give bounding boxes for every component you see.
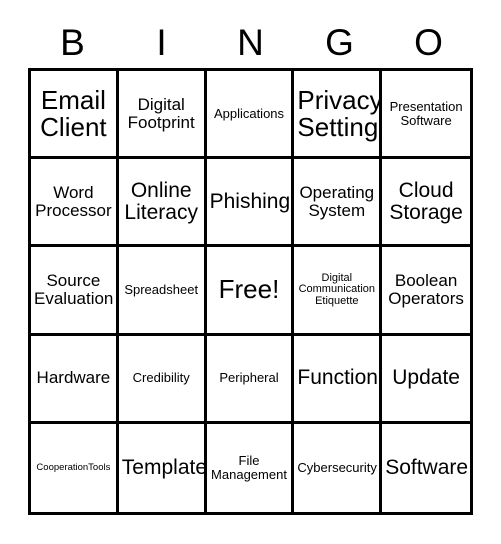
bingo-cell[interactable]: Function bbox=[294, 335, 383, 424]
bingo-cell-label: Software bbox=[385, 455, 469, 479]
bingo-cell[interactable]: Peripheral bbox=[206, 335, 295, 424]
bingo-cell[interactable]: Cybersecurity bbox=[294, 423, 383, 512]
bingo-cell-label: Privacy Settings bbox=[297, 84, 383, 142]
bingo-cell[interactable]: CooperationTools bbox=[31, 423, 119, 512]
bingo-cell[interactable]: Presentation Software bbox=[382, 71, 470, 160]
bingo-cell-label: Source Evaluation bbox=[34, 271, 114, 308]
bingo-cell[interactable]: Source Evaluation bbox=[31, 247, 119, 336]
bingo-cell-free-space[interactable]: Free! bbox=[206, 247, 295, 336]
bingo-cell-label: Update bbox=[392, 366, 460, 390]
bingo-cell[interactable]: Update bbox=[382, 335, 470, 424]
bingo-cell[interactable]: Credibility bbox=[118, 335, 207, 424]
bingo-cell[interactable]: Word Processor bbox=[31, 159, 119, 248]
bingo-header-letter-g: G bbox=[325, 21, 354, 63]
bingo-cell[interactable]: Phishing bbox=[206, 159, 295, 248]
bingo-cell[interactable]: Digital Communication Etiquette bbox=[294, 247, 383, 336]
bingo-cell-label: Operating System bbox=[299, 183, 375, 220]
bingo-header-letter-o: O bbox=[414, 21, 443, 63]
bingo-cell-label: Boolean Operators bbox=[388, 271, 464, 308]
bingo-cell[interactable]: Boolean Operators bbox=[382, 247, 470, 336]
bingo-cell-label: Template bbox=[121, 455, 207, 479]
bingo-header-row: B I N G O bbox=[28, 18, 473, 66]
bingo-cell-label: Spreadsheet bbox=[124, 282, 199, 298]
bingo-cell-label: Phishing bbox=[209, 189, 291, 213]
bingo-cell-label: File Management bbox=[211, 453, 287, 482]
bingo-cell[interactable]: Software bbox=[382, 423, 470, 512]
bingo-cell[interactable]: Spreadsheet bbox=[118, 247, 207, 336]
bingo-cell-label: Digital Communication Etiquette bbox=[298, 271, 375, 307]
bingo-cell-label: Function bbox=[297, 366, 378, 390]
bingo-cell[interactable]: Online Literacy bbox=[118, 159, 207, 248]
bingo-cell-label: Credibility bbox=[132, 370, 190, 386]
bingo-cell-label: Email Client bbox=[40, 84, 107, 142]
bingo-header-letter-b: B bbox=[60, 21, 85, 63]
bingo-cell-label: Cloud Storage bbox=[389, 178, 463, 224]
bingo-grid: Email Client Digital Footprint Application… bbox=[28, 68, 473, 515]
bingo-cell-label: Applications bbox=[213, 105, 285, 121]
bingo-cell-label: Free! bbox=[218, 274, 280, 305]
bingo-cell[interactable]: Template bbox=[118, 423, 207, 512]
bingo-cell[interactable]: Email Client bbox=[31, 71, 119, 160]
bingo-cell[interactable]: Operating System bbox=[294, 159, 383, 248]
bingo-cell[interactable]: Hardware bbox=[31, 335, 119, 424]
bingo-cell-label: Word Processor bbox=[35, 183, 112, 220]
bingo-header-letter-n: N bbox=[237, 21, 264, 63]
bingo-cell-label: CooperationTools bbox=[36, 461, 111, 473]
bingo-cell[interactable]: Applications bbox=[206, 71, 295, 160]
bingo-cell-label: Hardware bbox=[36, 368, 111, 388]
bingo-cell-label: Cybersecurity bbox=[297, 460, 377, 476]
bingo-cell-label: Digital Footprint bbox=[127, 94, 195, 132]
bingo-cell-label: Peripheral bbox=[219, 370, 279, 386]
bingo-cell[interactable]: Cloud Storage bbox=[382, 159, 470, 248]
bingo-cell[interactable]: File Management bbox=[206, 423, 295, 512]
bingo-cell[interactable]: Digital Footprint bbox=[118, 71, 207, 160]
bingo-cell-label: Presentation Software bbox=[389, 99, 463, 128]
bingo-cell[interactable]: Privacy Settings bbox=[294, 71, 383, 160]
bingo-header-letter-i: I bbox=[156, 21, 167, 63]
bingo-cell-label: Online Literacy bbox=[124, 178, 198, 224]
bingo-card: B I N G O Email Client Digital Footprint A… bbox=[0, 0, 501, 544]
